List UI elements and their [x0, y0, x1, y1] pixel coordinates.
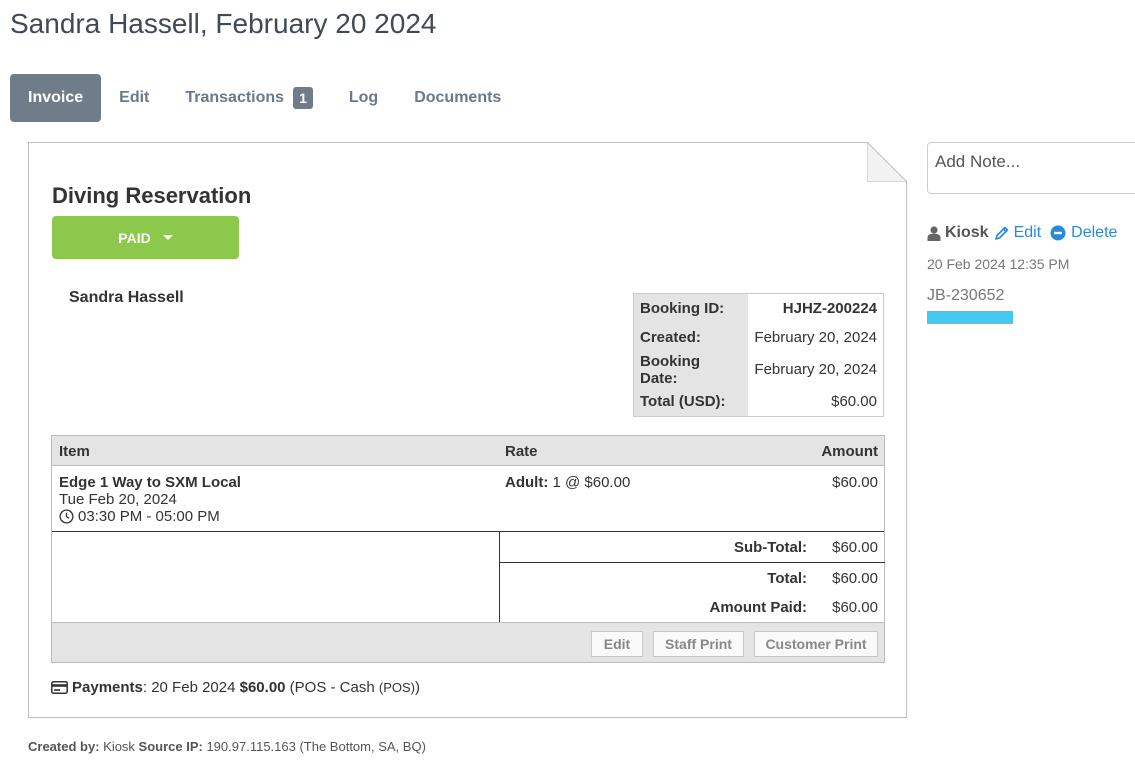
- customer-name: Sandra Hassell: [69, 289, 184, 306]
- item-time-range: 03:30 PM - 05:00 PM: [78, 508, 220, 525]
- invoice-panel: Diving Reservation PAID Sandra Hassell B…: [28, 142, 907, 718]
- note-header: Kiosk Edit Delete: [927, 224, 1126, 242]
- subtotal-value: $60.00: [832, 539, 878, 556]
- total-label: Total:: [767, 570, 807, 587]
- status-dropdown-button[interactable]: PAID: [52, 216, 239, 259]
- user-icon: [927, 225, 941, 241]
- delete-note-label: Delete: [1071, 224, 1118, 241]
- line-items-table: Item Rate Amount Edge 1 Way to SXM Local…: [51, 435, 885, 663]
- tab-label: Log: [348, 89, 379, 106]
- transactions-count-badge: 1: [293, 87, 313, 109]
- column-header-rate: Rate: [505, 443, 538, 460]
- note-author: Kiosk: [945, 224, 989, 241]
- booking-key: Created:: [633, 323, 748, 353]
- note-highlight-bar: [927, 311, 1013, 324]
- booking-info-table: Booking ID: HJHZ-200224 Created: February …: [633, 293, 884, 417]
- rate-label: Adult:: [505, 474, 549, 491]
- booking-row: Total (USD): $60.00: [633, 386, 884, 416]
- tab-bar: Invoice Edit Transactions 1 Log Documents: [10, 74, 519, 122]
- booking-row: Booking Date: February 20, 2024: [633, 352, 884, 387]
- item-rate: Adult: 1 @ $60.00: [505, 474, 630, 491]
- edit-button[interactable]: Edit: [591, 631, 643, 657]
- tab-log[interactable]: Log: [331, 74, 396, 122]
- booking-key: Total (USD):: [633, 386, 748, 416]
- item-time: 03:30 PM - 05:00 PM: [59, 508, 220, 525]
- tab-label: Edit: [119, 89, 150, 106]
- item-date: Tue Feb 20, 2024: [59, 491, 177, 508]
- payments-line: Payments : 20 Feb 2024 $60.00 (POS - Cas…: [51, 679, 420, 696]
- page-title: Sandra Hassell, February 20 2024: [10, 8, 437, 39]
- tab-label: Invoice: [28, 89, 84, 106]
- tab-transactions[interactable]: Transactions 1: [167, 74, 331, 122]
- credit-card-icon: [51, 681, 68, 694]
- note-text: JB-230652: [927, 287, 1005, 304]
- booking-id-value: HJHZ-200224: [782, 300, 877, 317]
- rate-value: 1 @ $60.00: [552, 474, 631, 491]
- payment-method-code: (POS): [378, 680, 415, 695]
- source-ip-label: Source IP:: [138, 739, 203, 754]
- note-timestamp: 20 Feb 2024 12:35 PM: [927, 256, 1070, 272]
- source-ip-value: 190.97.115.163 (The Bottom, SA, BQ): [202, 739, 426, 754]
- payment-close: ): [415, 679, 420, 696]
- divider: [52, 531, 499, 532]
- created-by-label: Created by:: [28, 739, 100, 754]
- column-header-item: Item: [59, 443, 90, 460]
- payment-date: : 20 Feb 2024: [142, 679, 240, 696]
- status-label: PAID: [118, 229, 151, 246]
- booking-row: Created: February 20, 2024: [633, 323, 884, 353]
- totals-box: Sub-Total: $60.00 Total: $60.00 Amount P…: [499, 531, 885, 622]
- created-by-line: Created by: Kiosk Source IP: 190.97.115.…: [28, 739, 426, 754]
- divider: [500, 562, 885, 563]
- total-usd-value: $60.00: [831, 392, 877, 410]
- delete-note-link[interactable]: Delete: [1050, 224, 1117, 242]
- subtotal-label: Sub-Total:: [733, 539, 807, 556]
- booking-row: Booking ID: HJHZ-200224: [633, 293, 884, 323]
- tab-label: Documents: [414, 89, 502, 106]
- total-value: $60.00: [832, 570, 878, 587]
- created-value: February 20, 2024: [754, 329, 877, 347]
- payment-method: (POS - Cash: [285, 679, 379, 696]
- customer-print-button[interactable]: Customer Print: [754, 631, 878, 657]
- staff-print-button[interactable]: Staff Print: [653, 631, 744, 657]
- add-note-input[interactable]: [927, 142, 1135, 194]
- invoice-title: Diving Reservation: [52, 183, 252, 208]
- payment-amount: $60.00: [239, 679, 286, 696]
- column-header-amount: Amount: [821, 443, 878, 460]
- payments-label: Payments: [72, 679, 143, 696]
- clock-icon: [59, 509, 74, 524]
- booking-date-value: February 20, 2024: [754, 361, 877, 378]
- minus-circle-icon: [1050, 225, 1066, 241]
- tab-invoice[interactable]: Invoice: [10, 74, 102, 122]
- item-name: Edge 1 Way to SXM Local: [59, 474, 241, 491]
- tab-label: Transactions: [185, 89, 285, 106]
- page-fold-icon: [867, 142, 907, 182]
- created-by-value: Kiosk: [99, 739, 139, 754]
- caret-down-icon: [162, 235, 173, 240]
- booking-key: Booking Date:: [633, 352, 748, 387]
- amount-paid-label: Amount Paid:: [709, 599, 808, 616]
- edit-note-link[interactable]: Edit: [994, 224, 1042, 242]
- amount-paid-value: $60.00: [832, 599, 878, 616]
- edit-note-label: Edit: [1013, 224, 1042, 241]
- tab-edit[interactable]: Edit: [101, 74, 167, 122]
- table-footer: Edit Staff Print Customer Print: [52, 622, 884, 662]
- booking-key: Booking ID:: [633, 293, 748, 323]
- item-amount: $60.00: [832, 474, 878, 491]
- pencil-icon: [994, 226, 1008, 240]
- tab-documents[interactable]: Documents: [396, 74, 519, 122]
- table-header: Item Rate Amount: [52, 436, 884, 466]
